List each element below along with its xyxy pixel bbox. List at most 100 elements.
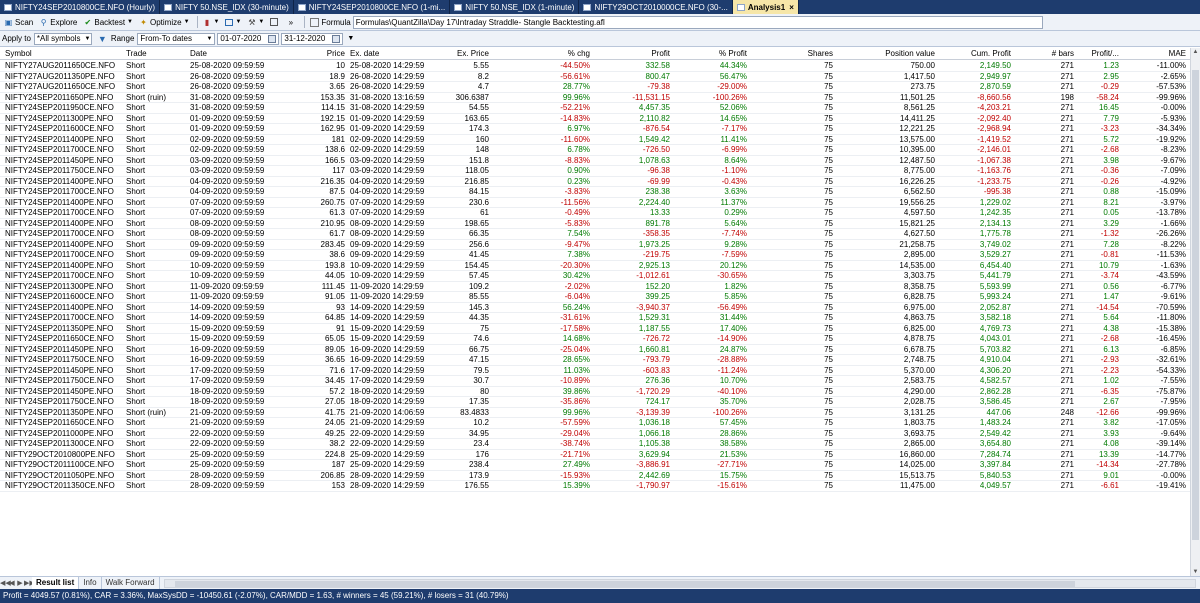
- column-header[interactable]: MAE: [1119, 48, 1186, 60]
- window-tab[interactable]: NIFTY 50.NSE_IDX (30-minute): [160, 0, 294, 14]
- table-row[interactable]: NIFTY24SEP2011350PE.NFO Short 15-09-2020 0…: [0, 324, 1190, 334]
- window-tab[interactable]: NIFTY24SEP2010800CE.NFO (Hourly): [0, 0, 161, 14]
- table-row[interactable]: NIFTY24SEP2011600CE.NFO Short 11-09-2020 0…: [0, 292, 1190, 303]
- scrollbar-thumb[interactable]: [1192, 70, 1199, 540]
- window-tab[interactable]: NIFTY29OCT2010000CE.NFO (30-...: [579, 0, 733, 14]
- column-header[interactable]: Date: [190, 48, 285, 60]
- table-row[interactable]: NIFTY24SEP2011650CE.NFO Short 15-09-2020 0…: [0, 334, 1190, 345]
- from-date-picker[interactable]: 01-07-2020: [217, 32, 280, 45]
- table-row[interactable]: NIFTY24SEP2011400PE.NFO Short 08-09-2020 0…: [0, 219, 1190, 229]
- scroll-down-icon[interactable]: ▼: [1191, 569, 1200, 575]
- table-row[interactable]: NIFTY24SEP2011450PE.NFO Short 03-09-2020 0…: [0, 156, 1190, 166]
- table-row[interactable]: NIFTY24SEP2011950CE.NFO Short 31-08-2020 0…: [0, 103, 1190, 114]
- column-header[interactable]: # bars: [1011, 48, 1074, 60]
- column-header[interactable]: % Profit: [670, 48, 747, 60]
- settings-button[interactable]: [268, 15, 282, 29]
- tools-button[interactable]: ⚒ ▼: [245, 15, 266, 29]
- result-tab[interactable]: Result list: [32, 577, 80, 589]
- backtest-dropdown-icon[interactable]: ▼: [127, 19, 133, 25]
- table-row[interactable]: NIFTY24SEP2011700CE.NFO Short 07-09-2020 0…: [0, 208, 1190, 219]
- to-date-picker[interactable]: 31-12-2020: [281, 32, 344, 45]
- report-chart-button[interactable]: ▮ ▼: [201, 15, 222, 29]
- table-row[interactable]: NIFTY24SEP2011750CE.NFO Short 18-09-2020 0…: [0, 397, 1190, 408]
- scan-button[interactable]: ▣ Scan: [2, 15, 35, 29]
- table-row[interactable]: NIFTY24SEP2011300PE.NFO Short 01-09-2020 0…: [0, 114, 1190, 124]
- table-cell: 4,878.75: [903, 334, 935, 343]
- table-row[interactable]: NIFTY27AUG2011650CE.NFO Short 26-08-2020 0…: [0, 82, 1190, 93]
- vertical-scrollbar[interactable]: ▲ ▼: [1190, 48, 1200, 576]
- filterbar-options-icon[interactable]: ▼: [347, 35, 354, 42]
- table-row[interactable]: NIFTY24SEP2011750CE.NFO Short 17-09-2020 0…: [0, 376, 1190, 387]
- horizontal-scrollbar-thumb[interactable]: [174, 580, 1075, 587]
- table-row[interactable]: NIFTY24SEP2011700CE.NFO Short 08-09-2020 0…: [0, 229, 1190, 240]
- table-row[interactable]: NIFTY27AUG2011650CE.NFO Short 25-08-2020 0…: [0, 61, 1190, 72]
- table-row[interactable]: NIFTY29OCT2010800PE.NFO Short 25-09-2020 0…: [0, 450, 1190, 460]
- column-header[interactable]: Ex. date: [350, 48, 445, 60]
- layout-button[interactable]: ▼: [223, 15, 243, 29]
- backtest-button[interactable]: ✔ Backtest ▼: [81, 15, 135, 29]
- table-row[interactable]: NIFTY24SEP2011700CE.NFO Short 09-09-2020 0…: [0, 250, 1190, 261]
- close-icon[interactable]: ×: [789, 3, 794, 12]
- table-cell: 206.85: [320, 470, 345, 480]
- table-row[interactable]: NIFTY24SEP2011000PE.NFO Short 22-09-2020 0…: [0, 429, 1190, 439]
- table-cell: 3,397.84: [979, 460, 1011, 469]
- table-row[interactable]: NIFTY24SEP2011750CE.NFO Short 03-09-2020 0…: [0, 166, 1190, 177]
- column-header[interactable]: Profit: [590, 48, 670, 60]
- scroll-up-icon[interactable]: ▲: [1191, 49, 1200, 55]
- table-row[interactable]: NIFTY24SEP2011450PE.NFO Short 18-09-2020 0…: [0, 387, 1190, 397]
- table-row[interactable]: NIFTY24SEP2011700CE.NFO Short 04-09-2020 0…: [0, 187, 1190, 198]
- table-header-row[interactable]: Symbol Trade Date Price Ex. date Ex. Price% c…: [0, 48, 1190, 60]
- table-row[interactable]: NIFTY24SEP2011350PE.NFO Short (ruin) 21-09…: [0, 408, 1190, 418]
- window-tab[interactable]: NIFTY 50.NSE_IDX (1-minute): [450, 0, 580, 14]
- first-tab-icon[interactable]: ◀◀: [0, 579, 11, 587]
- apply-to-select[interactable]: *All symbols ▼: [33, 32, 92, 45]
- column-header[interactable]: Trade: [126, 48, 186, 60]
- table-row[interactable]: NIFTY24SEP2011450PE.NFO Short 17-09-2020 0…: [0, 366, 1190, 376]
- filter-icon[interactable]: ▼: [98, 34, 107, 44]
- prev-tab-icon[interactable]: ◀: [8, 579, 16, 587]
- expand-button[interactable]: »: [284, 15, 299, 29]
- column-header[interactable]: Profit/...: [1074, 48, 1119, 60]
- horizontal-scrollbar[interactable]: [163, 578, 1196, 588]
- table-row[interactable]: NIFTY24SEP2011650PE.NFO Short (ruin) 31-08…: [0, 93, 1190, 103]
- column-header[interactable]: Shares: [747, 48, 833, 60]
- result-tab[interactable]: Walk Forward: [102, 577, 160, 589]
- column-header[interactable]: Symbol: [5, 48, 123, 60]
- table-row[interactable]: NIFTY24SEP2011400PE.NFO Short 07-09-2020 0…: [0, 198, 1190, 208]
- column-header[interactable]: % chg: [489, 48, 590, 60]
- column-header[interactable]: Ex. Price: [445, 48, 489, 60]
- window-tab[interactable]: Analysis1 ×: [732, 0, 799, 14]
- table-row[interactable]: NIFTY29OCT2011050PE.NFO Short 28-09-2020 0…: [0, 470, 1190, 481]
- table-row[interactable]: NIFTY24SEP2011700CE.NFO Short 10-09-2020 0…: [0, 271, 1190, 282]
- last-tab-icon[interactable]: ▶▶: [24, 579, 35, 587]
- formula-path-field[interactable]: Formulas\QuantZilla\Day 17\Intraday Stra…: [352, 15, 1043, 29]
- range-select[interactable]: From-To dates ▼: [137, 32, 216, 45]
- table-cell: 1,529.31: [638, 313, 670, 322]
- explore-button[interactable]: ⚲ Explore: [37, 15, 79, 29]
- table-row[interactable]: NIFTY24SEP2011400PE.NFO Short 04-09-2020 0…: [0, 177, 1190, 187]
- table-row[interactable]: NIFTY24SEP2011700CE.NFO Short 02-09-2020 0…: [0, 145, 1190, 156]
- table-row[interactable]: NIFTY24SEP2011300PE.NFO Short 11-09-2020 0…: [0, 282, 1190, 292]
- window-tab[interactable]: NIFTY24SEP2010800CE.NFO (1-mi...: [294, 0, 451, 14]
- table-row[interactable]: NIFTY29OCT2011100CE.NFO Short 25-09-2020 0…: [0, 460, 1190, 471]
- table-row[interactable]: NIFTY24SEP2011450PE.NFO Short 16-09-2020 0…: [0, 345, 1190, 355]
- optimize-button[interactable]: ✦ Optimize ▼: [137, 15, 192, 29]
- table-row[interactable]: NIFTY27AUG2011350PE.NFO Short 26-08-2020 0…: [0, 72, 1190, 82]
- column-header[interactable]: Cum. Profit: [935, 48, 1011, 60]
- table-row[interactable]: NIFTY24SEP2011300CE.NFO Short 22-09-2020 0…: [0, 439, 1190, 450]
- table-row[interactable]: NIFTY24SEP2011750CE.NFO Short 16-09-2020 0…: [0, 355, 1190, 366]
- result-tab[interactable]: Info: [79, 577, 102, 589]
- table-row[interactable]: NIFTY24SEP2011600CE.NFO Short 01-09-2020 0…: [0, 124, 1190, 135]
- column-header[interactable]: Price: [285, 48, 345, 60]
- table-row[interactable]: NIFTY29OCT2011350CE.NFO Short 28-09-2020 0…: [0, 481, 1190, 492]
- table-row[interactable]: NIFTY24SEP2011700CE.NFO Short 14-09-2020 0…: [0, 313, 1190, 324]
- table-row[interactable]: NIFTY24SEP2011400PE.NFO Short 02-09-2020 0…: [0, 135, 1190, 145]
- next-tab-icon[interactable]: ▶: [16, 579, 24, 587]
- table-row[interactable]: NIFTY24SEP2011400PE.NFO Short 10-09-2020 0…: [0, 261, 1190, 271]
- optimize-dropdown-icon[interactable]: ▼: [184, 19, 190, 25]
- column-header[interactable]: Position value: [833, 48, 935, 60]
- table-cell: 31.44%: [719, 313, 747, 322]
- table-row[interactable]: NIFTY24SEP2011650CE.NFO Short 21-09-2020 0…: [0, 418, 1190, 429]
- table-row[interactable]: NIFTY24SEP2011400PE.NFO Short 14-09-2020 0…: [0, 303, 1190, 313]
- table-row[interactable]: NIFTY24SEP2011400PE.NFO Short 09-09-2020 0…: [0, 240, 1190, 250]
